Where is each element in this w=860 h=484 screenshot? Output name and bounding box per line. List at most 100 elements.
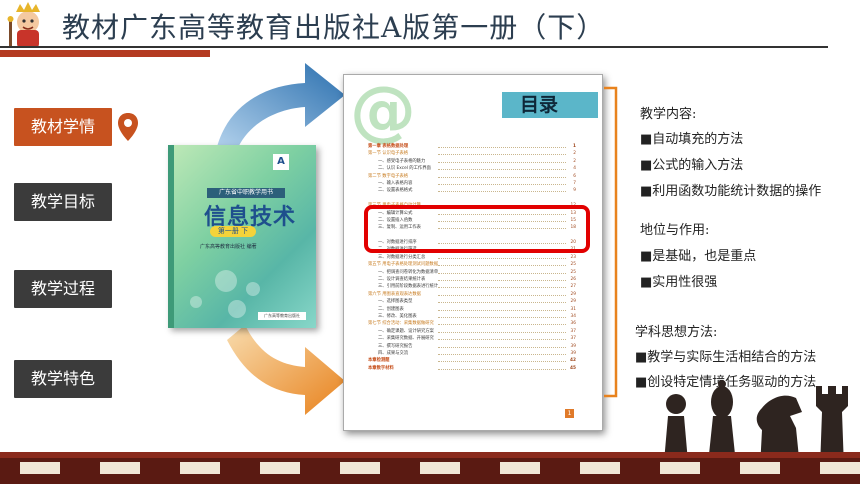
toc-entry-text: 第六节 用图表直观表达数据: [368, 291, 421, 297]
toc-entry: 三、撰写研究报告 39: [368, 343, 576, 350]
nav-item-teaching-features[interactable]: 教学特色: [14, 360, 112, 398]
toc-entry-text: 三、对数据进行分类汇总: [378, 254, 426, 260]
toc-entry: 本章检测题 42: [368, 357, 576, 364]
floor-check: [20, 462, 40, 474]
toc-leader-dots: [438, 154, 566, 156]
toc-entry-text: 四、成果与交流: [378, 350, 409, 356]
floor-check: [580, 462, 600, 474]
nav-item-teaching-process[interactable]: 教学过程: [14, 270, 112, 308]
status-title: 地位与作用:: [640, 223, 710, 238]
arrow-up-blue: [215, 63, 345, 155]
toc-entry-page: 23: [570, 254, 576, 260]
toc-entry: 三、修改、美化图表 34: [368, 313, 576, 320]
floor-check: [280, 462, 300, 474]
header-accent-bar: [0, 50, 210, 57]
toc-entry: 第五节 用电子表格处理测试问题数据 25: [368, 261, 576, 268]
floor-check: [260, 462, 280, 474]
toc-leader-dots: [438, 265, 566, 267]
arrow-down-orange: [227, 325, 345, 415]
toc-entry: 四、成果与交流 39: [368, 350, 576, 357]
toc-entry-text: 一、输入表格内容: [378, 180, 413, 186]
toc-page-number: 1: [565, 409, 574, 418]
toc-leader-dots: [438, 147, 566, 148]
textbook-volume: 第一册 下: [210, 226, 256, 237]
toc-leader-dots: [438, 176, 566, 178]
status-item: ■是基础，也是重点: [640, 249, 757, 264]
toc-leader-dots: [438, 169, 566, 171]
floor-check: [100, 462, 120, 474]
toc-entry-text: 三、修改、美化图表: [378, 313, 417, 319]
floor-check: [520, 462, 540, 474]
toc-entry-text: 三、撰写研究报告: [378, 343, 413, 349]
toc-leader-dots: [438, 302, 566, 304]
toc-entry-text: 二、设计调查结果统计表: [378, 277, 426, 283]
toc-entry-page: 39: [570, 350, 576, 356]
floor-check: [120, 462, 140, 474]
location-pin-icon: [118, 113, 138, 141]
toc-entry-page: 9: [573, 188, 576, 194]
toc-entry-text: 第五节 用电子表格处理测试问题数据: [368, 262, 439, 268]
toc-leader-dots: [438, 183, 566, 185]
teaching-content-item: ■自动填充的方法: [640, 132, 744, 147]
toc-entry: 一、输入表格内容 7: [368, 180, 576, 187]
floor-check: [360, 462, 380, 474]
toc-entry: 第六节 用图表直观表达数据 29: [368, 291, 576, 298]
toc-gap: [368, 195, 576, 202]
toc-entry-text: 三、引用前阶段数据表进行统计: [378, 284, 439, 290]
textbook-label: 广东高等教育出版社: [258, 312, 306, 320]
toc-entry: 本章数字材料 45: [368, 365, 576, 372]
page-title: 教材广东高等教育出版社A版第一册（下）: [62, 11, 606, 44]
toc-leader-dots: [438, 368, 566, 370]
nav-item-teaching-goals[interactable]: 教学目标: [14, 183, 112, 221]
floor-check: [180, 462, 200, 474]
toc-leader-dots: [438, 287, 566, 289]
floor-check: [820, 462, 840, 474]
toc-leader-dots: [438, 272, 566, 274]
nav-item-textbook-analysis[interactable]: 教材学情: [14, 108, 112, 146]
toc-leader-dots: [438, 339, 566, 341]
toc-entry: 二、设置表格格式 9: [368, 187, 576, 194]
toc-entry-text: 二、设置表格格式: [378, 188, 413, 194]
toc-entry: 一、选择图表类型 29: [368, 298, 576, 305]
toc-leader-dots: [438, 346, 566, 348]
floor-check: [660, 462, 680, 474]
toc-entry-text: 本章数字材料: [368, 365, 394, 371]
floor-check: [840, 462, 860, 474]
toc-entry-page: 7: [573, 180, 576, 186]
toc-entry-page: 45: [570, 365, 576, 371]
toc-leader-dots: [438, 353, 566, 355]
toc-entry-text: 第一章 表格数据处理: [368, 144, 409, 149]
toc-entry: 二、采集研究数据、开展研究 37: [368, 335, 576, 342]
cover-bubble: [190, 296, 202, 308]
toc-leader-dots: [438, 331, 566, 333]
toc-entry-text: 一、把调查问卷转化为数据清单: [378, 269, 439, 275]
floor-check: [40, 462, 60, 474]
toc-entry: 二、创建图表 31: [368, 306, 576, 313]
toc-entry-page: 26: [570, 277, 576, 283]
toc-entry-text: 一、感受电子表格的魅力: [378, 158, 426, 164]
floor-check: [740, 462, 760, 474]
toc-entry-page: 37: [570, 336, 576, 342]
toc-entry-text: 第七节 综合活动：采集数据做研究: [368, 321, 434, 327]
toc-entry-page: 4: [573, 166, 576, 172]
highlight-box: [364, 205, 590, 253]
floor-check: [760, 462, 780, 474]
header-divider: [0, 46, 828, 48]
toc-leader-dots: [438, 309, 566, 311]
toc-entry-page: 39: [570, 343, 576, 349]
toc-entry-text: 一、选择图表类型: [378, 299, 413, 305]
status-item: ■实用性很强: [640, 275, 718, 290]
toc-list: 第一章 表格数据处理 1 第一节 认识电子表格 2 一、感受电子表格的魅力 2 二、认识 E…: [368, 143, 576, 372]
toc-entry-page: 31: [570, 306, 576, 312]
toc-entry: 第一章 表格数据处理 1: [368, 143, 576, 150]
toc-entry-page: 29: [570, 291, 576, 297]
toc-entry-page: 42: [570, 358, 576, 364]
toc-entry: 一、感受电子表格的魅力 2: [368, 158, 576, 165]
toc-entry-text: 二、采集研究数据、开展研究: [378, 336, 434, 342]
toc-entry: 三、引用前阶段数据表进行统计 27: [368, 283, 576, 290]
toc-entry-page: 29: [570, 299, 576, 305]
toc-leader-dots: [438, 191, 566, 193]
teaching-content-item: ■利用函数功能统计数据的操作: [640, 184, 822, 199]
toc-entry: 二、设计调查结果统计表 26: [368, 276, 576, 283]
toc-entry: 一、确定课题、设计研究方案 37: [368, 328, 576, 335]
